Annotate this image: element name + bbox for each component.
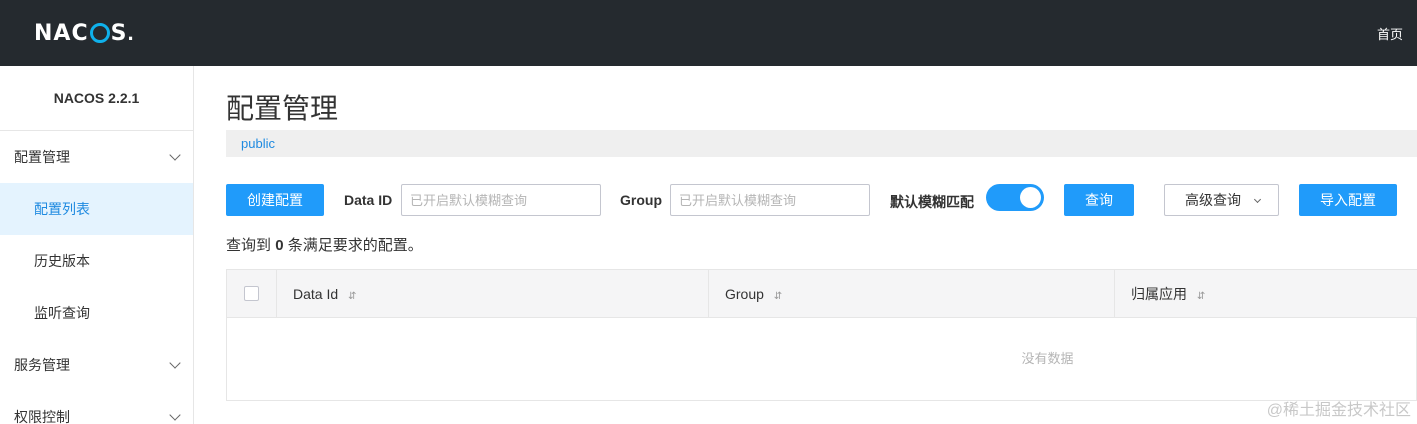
top-navbar: NAC S . 首页 bbox=[0, 0, 1417, 66]
menu-group-permission-control[interactable]: 权限控制 bbox=[0, 391, 193, 424]
sidebar: NACOS 2.2.1 配置管理 配置列表 历史版本 监听查询 服务管理 权限控… bbox=[0, 66, 194, 424]
chevron-down-icon bbox=[169, 149, 181, 161]
logo-dot: . bbox=[127, 20, 134, 45]
group-label: Group bbox=[620, 192, 662, 208]
main-content: 配置管理 public 创建配置 Data ID Group 默认模糊匹配 查询… bbox=[226, 66, 1417, 424]
chevron-down-icon bbox=[169, 409, 181, 421]
column-group[interactable]: Group ⇵ bbox=[709, 270, 1115, 318]
menu-group-label: 配置管理 bbox=[14, 149, 70, 165]
column-label: Data Id bbox=[293, 286, 339, 302]
select-all-cell bbox=[227, 270, 277, 318]
logo-text-end: S bbox=[110, 20, 128, 46]
result-suffix: 条满足要求的配置。 bbox=[287, 237, 423, 254]
sort-icon[interactable]: ⇵ bbox=[348, 291, 356, 302]
advanced-query-label: 高级查询 bbox=[1185, 192, 1241, 208]
sort-icon[interactable]: ⇵ bbox=[774, 291, 782, 302]
nacos-logo[interactable]: NAC S . bbox=[34, 20, 134, 46]
column-data-id[interactable]: Data Id ⇵ bbox=[277, 270, 709, 318]
menu-group-label: 服务管理 bbox=[14, 357, 70, 373]
logo-text-start: NAC bbox=[34, 20, 89, 46]
sidebar-item-config-list[interactable]: 配置列表 bbox=[0, 183, 193, 235]
menu-group-service-management[interactable]: 服务管理 bbox=[0, 339, 193, 391]
result-count: 0 bbox=[275, 237, 284, 254]
namespace-public-link[interactable]: public bbox=[241, 136, 275, 151]
menu-group-config-management[interactable]: 配置管理 bbox=[0, 131, 193, 183]
logo-o-ring-icon bbox=[89, 23, 110, 43]
sidebar-item-history[interactable]: 历史版本 bbox=[0, 235, 193, 287]
home-link[interactable]: 首页 bbox=[1377, 24, 1403, 43]
fuzzy-match-label: 默认模糊匹配 bbox=[890, 194, 974, 210]
config-table: Data Id ⇵ Group ⇵ 归属应用 ⇵ 没有数据 bbox=[226, 269, 1417, 401]
column-label: 归属应用 bbox=[1131, 286, 1187, 302]
result-summary: 查询到 0 条满足要求的配置。 bbox=[226, 234, 423, 255]
query-button[interactable]: 查询 bbox=[1064, 184, 1134, 216]
namespace-bar: public bbox=[226, 130, 1417, 157]
sort-icon[interactable]: ⇵ bbox=[1197, 291, 1205, 302]
sidebar-item-listener-query[interactable]: 监听查询 bbox=[0, 287, 193, 339]
import-config-button[interactable]: 导入配置 bbox=[1299, 184, 1397, 216]
fuzzy-match-toggle[interactable] bbox=[986, 184, 1044, 211]
toggle-knob bbox=[1020, 187, 1041, 208]
column-label: Group bbox=[725, 286, 764, 302]
create-config-button[interactable]: 创建配置 bbox=[226, 184, 324, 216]
table-header: Data Id ⇵ Group ⇵ 归属应用 ⇵ bbox=[227, 270, 1417, 318]
result-prefix: 查询到 bbox=[226, 237, 272, 254]
advanced-query-dropdown[interactable]: 高级查询 bbox=[1164, 184, 1279, 216]
group-input[interactable] bbox=[670, 184, 870, 216]
chevron-down-icon bbox=[169, 357, 181, 369]
chevron-down-icon bbox=[1253, 195, 1261, 204]
data-id-input[interactable] bbox=[401, 184, 601, 216]
data-id-label: Data ID bbox=[344, 192, 393, 208]
column-app[interactable]: 归属应用 ⇵ bbox=[1115, 270, 1417, 318]
empty-state: 没有数据 bbox=[1021, 351, 1074, 366]
select-all-checkbox[interactable] bbox=[244, 286, 259, 301]
version-label: NACOS 2.2.1 bbox=[0, 66, 193, 131]
menu-group-label: 权限控制 bbox=[14, 409, 70, 424]
page-title: 配置管理 bbox=[226, 93, 339, 124]
watermark: @稀土掘金技术社区 bbox=[1266, 402, 1411, 419]
